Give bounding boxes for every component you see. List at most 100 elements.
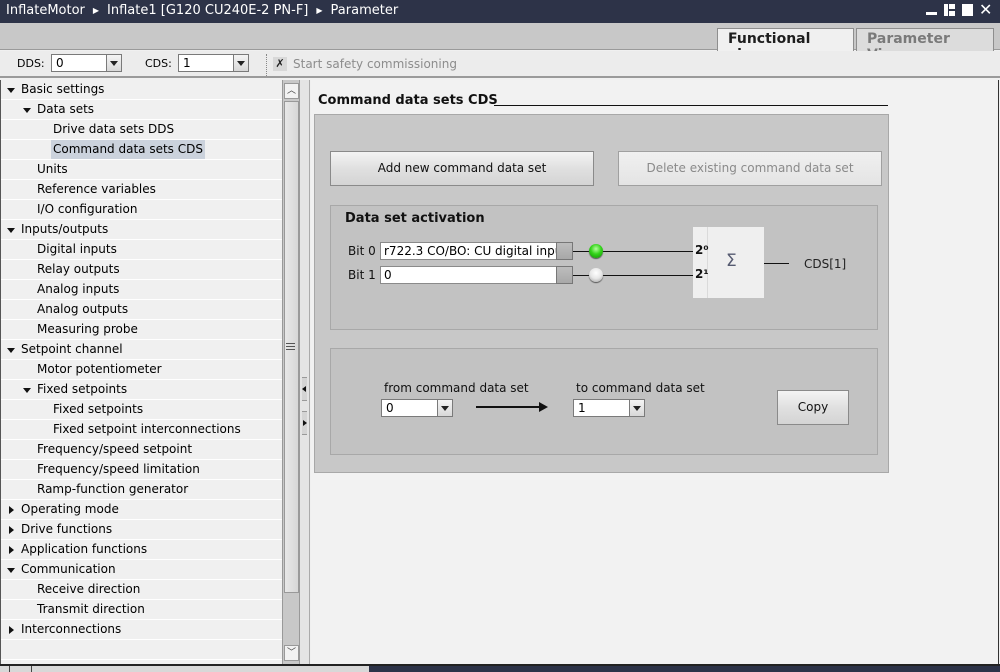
expand-arrow-down-icon[interactable] [7,560,17,579]
minimize-icon[interactable] [925,3,938,17]
tree-item[interactable]: Drive data sets DDS [1,120,282,140]
from-data-set-label: from command data set [384,381,529,395]
bit0-status-led [589,244,603,258]
tree-item[interactable]: Relay outputs [1,260,282,280]
tree-item[interactable]: Operating mode [1,500,282,520]
breadcrumb-page[interactable]: Parameter [331,3,399,18]
tree-item-label: Operating mode [21,502,119,516]
tree-item[interactable]: Frequency/speed limitation [1,460,282,480]
tree-item[interactable]: Measuring probe [1,320,282,340]
tree-item[interactable]: Fixed setpoints [1,380,282,400]
tree-item[interactable]: Setpoint channel [1,340,282,360]
delete-command-data-set-button[interactable]: Delete existing command data set [618,151,882,186]
tile-icon[interactable] [943,3,956,17]
expand-arrow-down-icon[interactable] [23,380,33,399]
tree-item[interactable]: Digital inputs [1,240,282,260]
add-command-data-set-button[interactable]: Add new command data set [330,151,594,186]
bit0-source-field[interactable]: r722.3 CO/BO: CU digital inputs [380,242,557,260]
tree-item-label: Ramp-function generator [37,482,189,496]
tree-item[interactable]: Frequency/speed setpoint [1,440,282,460]
tree-item[interactable]: Units [1,160,282,180]
tree-item[interactable]: Ramp-function generator [1,480,282,500]
copy-data-set-panel: from command data set 0 to command data … [330,348,878,455]
tab-functional-view[interactable]: Functional view [717,28,854,63]
view-tab-strip: Functional view Parameter View [0,23,1000,63]
tree-item[interactable]: Reference variables [1,180,282,200]
splitter-grip-icon[interactable] [286,343,295,350]
title-bar: InflateMotor ▶ Inflate1 [G120 CU240E-2 P… [0,0,1000,23]
command-data-sets-panel: Add new command data set Delete existing… [314,114,889,473]
to-data-set-value: 1 [578,401,586,415]
tree-item[interactable]: Transmit direction [1,600,282,620]
tree-item[interactable]: Data sets [1,100,282,120]
expand-arrow-right-icon[interactable] [7,500,17,519]
cds-output-value: CDS[1] [804,257,847,271]
expand-arrow-down-icon[interactable] [7,80,17,99]
from-data-set-select[interactable]: 0 [381,399,453,417]
tree-item[interactable]: Analog inputs [1,280,282,300]
tree-item[interactable]: Communication [1,560,282,580]
tree-item-label: Frequency/speed limitation [37,462,200,476]
bit1-label: Bit 1 [348,268,376,282]
copy-arrow-line [476,406,540,408]
sum-block-inputs [693,227,708,298]
tree-item-label: Frequency/speed setpoint [37,442,193,456]
tree-item[interactable]: Fixed setpoint interconnections [1,420,282,440]
tree-scrollbar[interactable]: ︿ ﹀ [282,80,300,664]
tree-item[interactable]: Inputs/outputs [1,220,282,240]
tree-item[interactable]: Fixed setpoints [1,400,282,420]
expand-arrow-right-icon[interactable] [7,520,17,539]
dds-select[interactable]: 0 [51,54,122,72]
expand-arrow-down-icon[interactable] [7,220,17,239]
to-data-set-label: to command data set [576,381,705,395]
sum-output-wire [764,263,789,264]
taskbar-area [369,666,1000,672]
cds-value: 1 [183,56,191,70]
tree-item[interactable]: Command data sets CDS [1,140,282,160]
tree-item-label: Fixed setpoint interconnections [53,422,241,436]
tree-item-label: Drive functions [21,522,113,536]
expand-arrow-right-icon[interactable] [7,620,17,639]
breadcrumb-device[interactable]: Inflate1 [G120 CU240E-2 PN-F] [107,3,308,18]
scroll-down-icon[interactable]: ﹀ [284,645,299,661]
collapse-left-icon[interactable] [302,377,307,401]
tab-parameter-view[interactable]: Parameter View [856,28,994,63]
expand-right-icon[interactable] [302,411,307,435]
tree-item-label: Reference variables [37,182,156,196]
tree-item[interactable]: Interconnections [1,620,282,640]
close-icon[interactable]: ✕ [979,2,992,18]
bit0-browse-button[interactable] [556,242,573,260]
tree-item[interactable]: I/O configuration [1,200,282,220]
bit1-source-field[interactable]: 0 [380,266,557,284]
expand-arrow-right-icon[interactable] [7,540,17,559]
cds-select[interactable]: 1 [178,54,249,72]
breadcrumb-project[interactable]: InflateMotor [6,3,85,18]
pane-splitter[interactable] [300,80,310,664]
bit1-browse-button[interactable] [556,266,573,284]
tree-item[interactable]: Application functions [1,540,282,560]
toolbar-divider [266,54,267,76]
start-safety-commissioning-label: Start safety commissioning [293,57,457,71]
chevron-down-icon[interactable] [437,400,452,416]
window-controls: ✕ [925,2,992,18]
tree-item[interactable]: Drive functions [1,520,282,540]
tree-item-label: Data sets [37,102,95,116]
chevron-down-icon[interactable] [106,55,121,71]
tree-item-label: Drive data sets DDS [53,122,175,136]
chevron-down-icon[interactable] [629,400,644,416]
chevron-down-icon[interactable] [233,55,248,71]
copy-button[interactable]: Copy [777,390,849,425]
tree-item[interactable]: Analog outputs [1,300,282,320]
arrow-right-icon [539,402,548,412]
tree-item[interactable]: Receive direction [1,580,282,600]
tree-item[interactable]: Motor potentiometer [1,360,282,380]
breadcrumb: InflateMotor ▶ Inflate1 [G120 CU240E-2 P… [6,3,398,18]
tree-item-label: Measuring probe [37,322,138,336]
start-safety-commissioning-button[interactable]: ✗ Start safety commissioning [273,57,457,71]
maximize-icon[interactable] [961,3,974,17]
expand-arrow-down-icon[interactable] [23,100,33,119]
tree-item[interactable]: Basic settings [1,80,282,100]
scroll-up-icon[interactable]: ︿ [284,83,299,99]
expand-arrow-down-icon[interactable] [7,340,17,359]
to-data-set-select[interactable]: 1 [573,399,645,417]
